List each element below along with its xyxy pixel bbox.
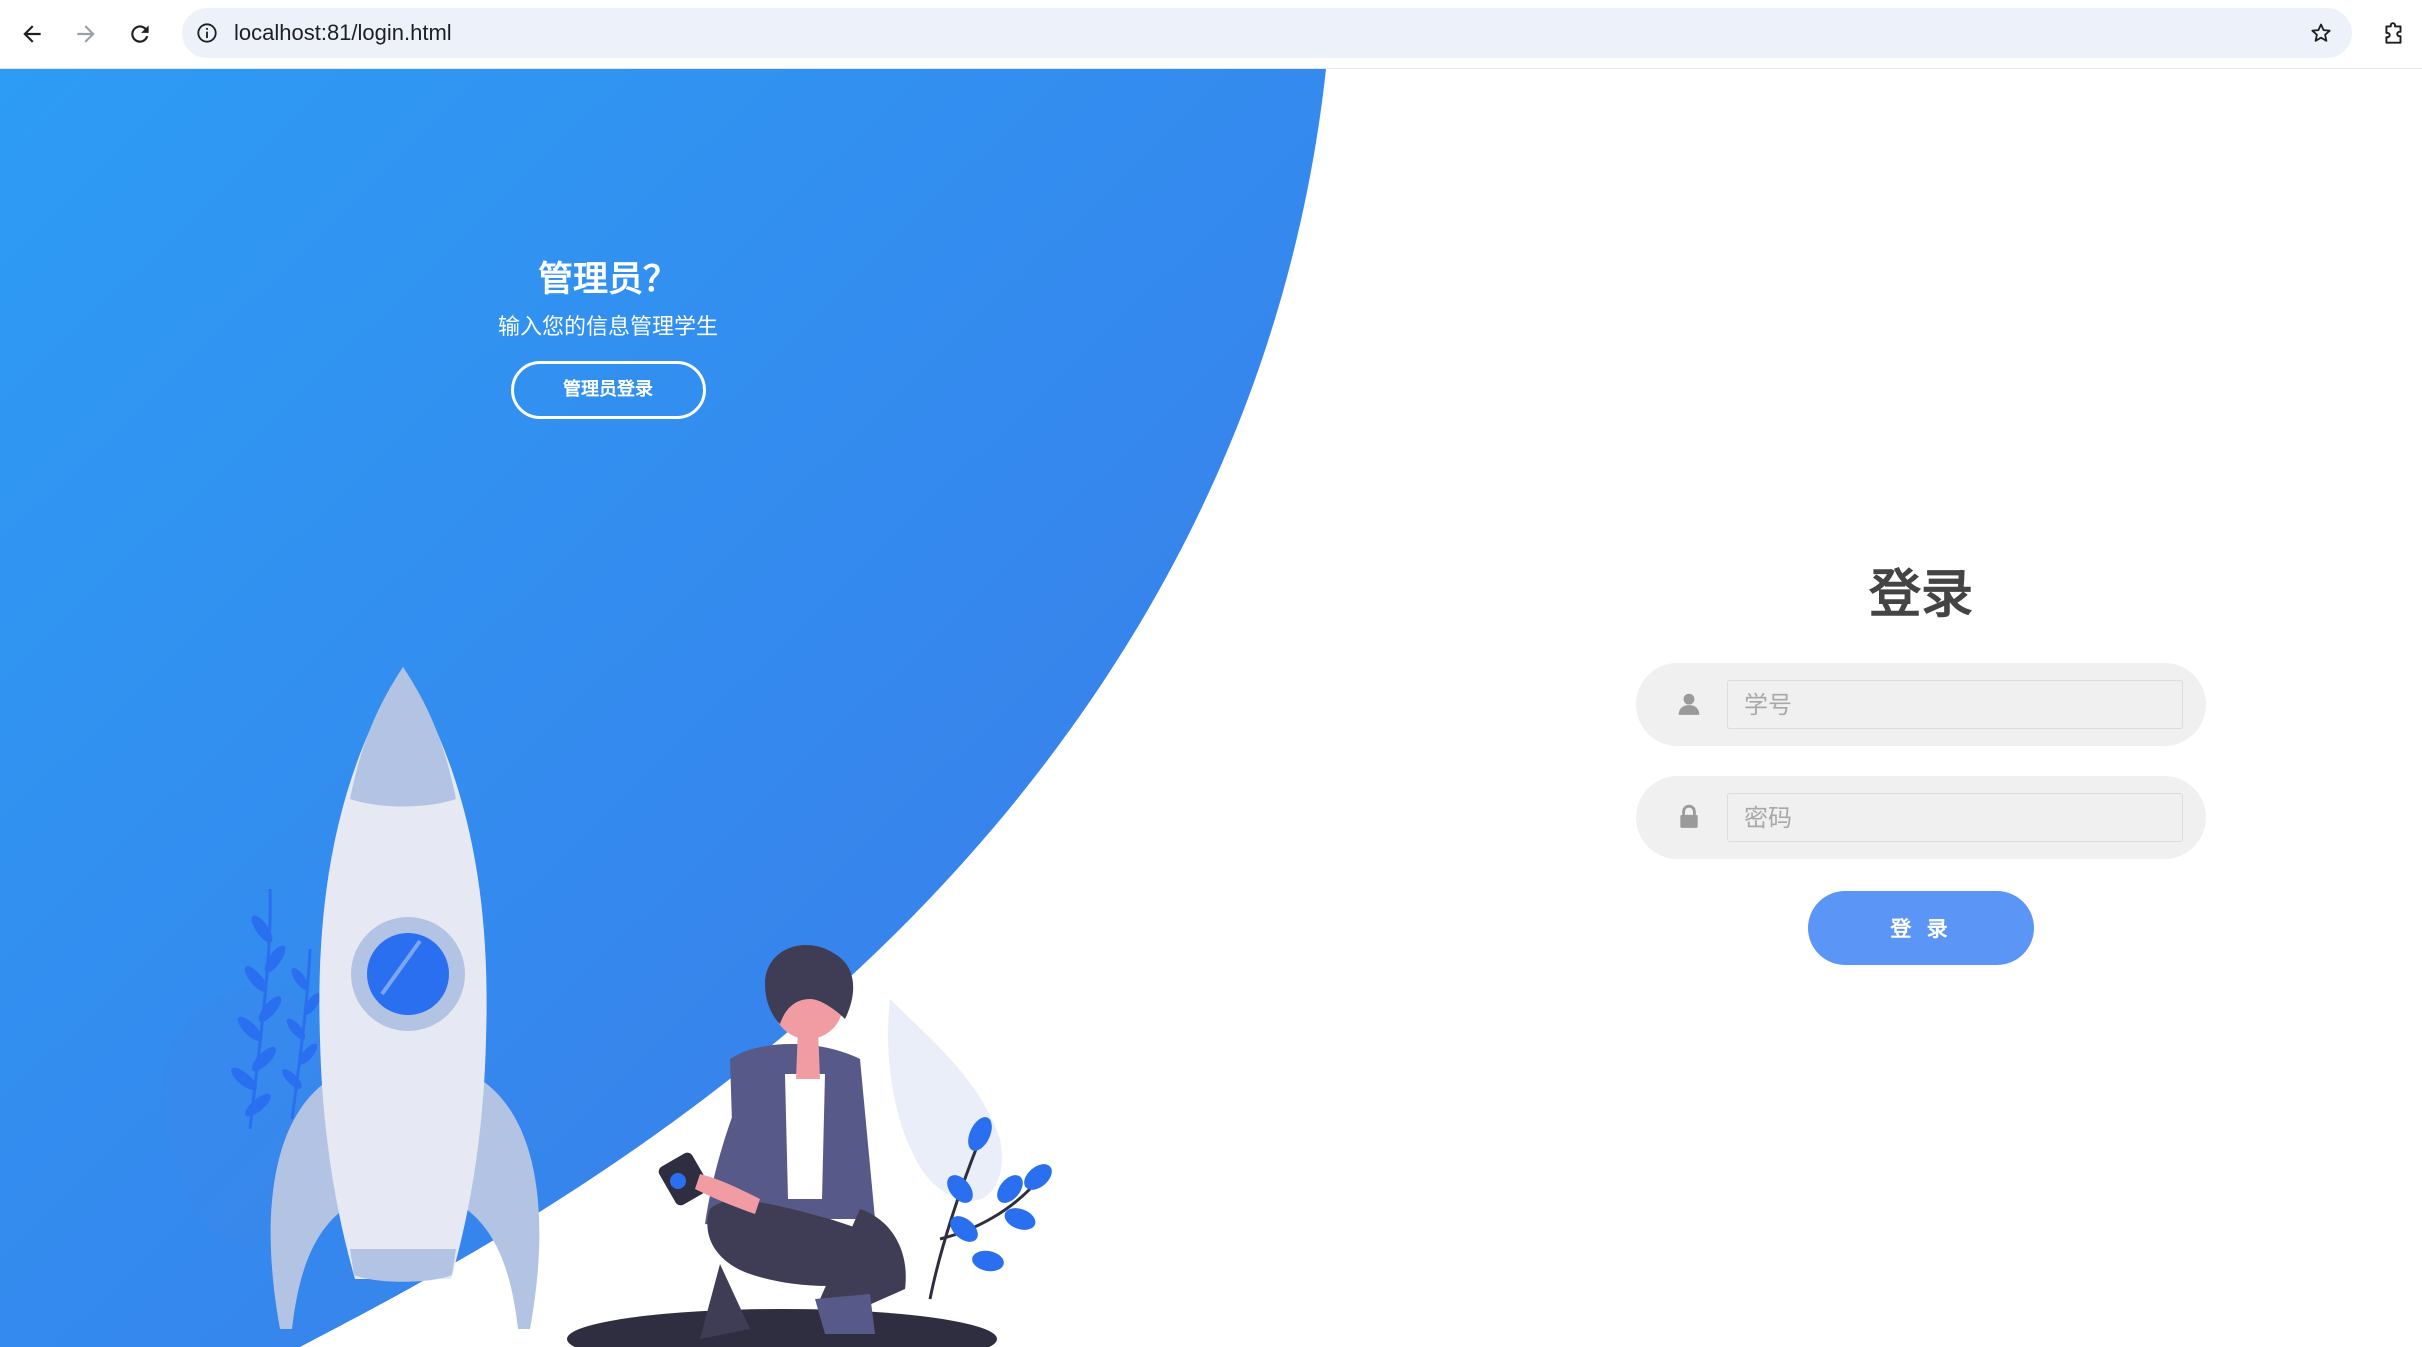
admin-panel: 管理员？ 输入您的信息管理学生 管理员登录 xyxy=(408,255,808,419)
back-arrow-icon xyxy=(23,25,41,43)
password-field xyxy=(1636,776,2206,859)
address-bar[interactable]: localhost:81/login.html xyxy=(182,8,2352,58)
login-page: 管理员？ 输入您的信息管理学生 管理员登录 登录 学号 登 录 xyxy=(0,69,2422,1347)
star-icon[interactable] xyxy=(2306,18,2336,48)
person-illustration xyxy=(567,945,1052,1347)
login-form: 登录 登 录 xyxy=(1636,555,2206,965)
forward-arrow-icon xyxy=(77,25,95,43)
extensions-button[interactable] xyxy=(2374,14,2414,54)
admin-login-button[interactable]: 管理员登录 xyxy=(510,361,706,419)
admin-description: 输入您的信息管理学生 xyxy=(497,315,718,340)
lock-icon xyxy=(1674,802,1704,832)
admin-title: 管理员？ xyxy=(537,260,678,300)
reload-icon xyxy=(131,25,149,43)
reload-button[interactable] xyxy=(120,14,160,54)
rocket-illustration xyxy=(162,667,540,1329)
login-title: 登录 xyxy=(1868,565,1973,625)
back-button[interactable] xyxy=(12,14,52,54)
user-icon xyxy=(1674,689,1704,719)
browser-toolbar: localhost:81/login.html xyxy=(0,0,2422,69)
login-submit-button[interactable]: 登 录 xyxy=(1808,891,2034,965)
person-icon xyxy=(658,945,906,1339)
puzzle-icon xyxy=(2385,22,2402,44)
forward-button[interactable] xyxy=(66,14,106,54)
password-input[interactable] xyxy=(1727,793,2183,842)
username-input[interactable] xyxy=(1727,680,2183,729)
info-icon[interactable] xyxy=(192,18,222,48)
url-text[interactable]: localhost:81/login.html xyxy=(234,18,452,48)
username-field xyxy=(1636,663,2206,746)
